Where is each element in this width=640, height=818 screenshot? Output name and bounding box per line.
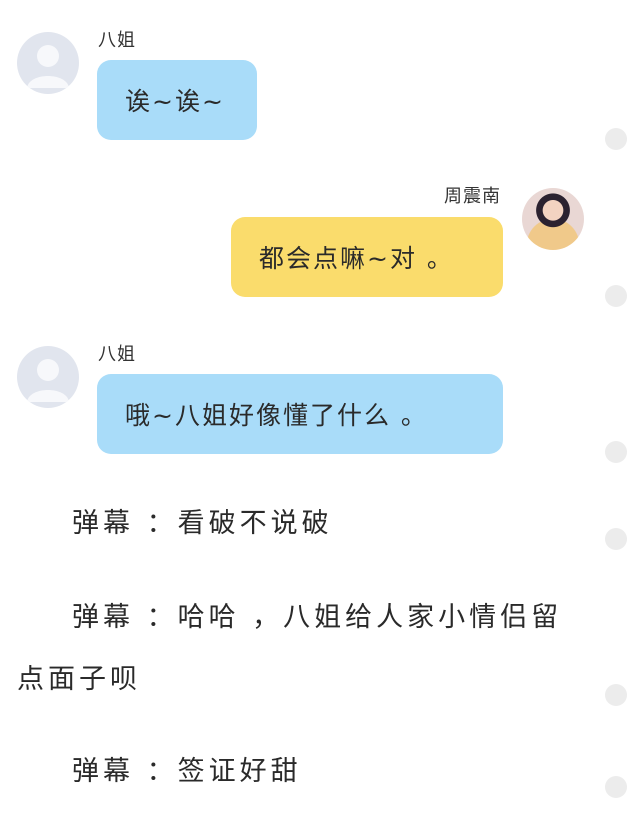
- danmaku-comment: 弹幕 ：看破不说破: [72, 508, 333, 539]
- avatar-default[interactable]: [17, 32, 79, 94]
- message-bubble[interactable]: 都会点嘛~对 。: [231, 217, 503, 297]
- danmaku-comment: 弹幕 ：签证好甜: [72, 756, 302, 787]
- message-bubble[interactable]: 哦~八姐好像懂了什么 。: [97, 374, 503, 454]
- scroll-dot: [605, 776, 627, 798]
- danmaku-comment: 弹幕 ：哈哈 ，八姐给人家小情侣留: [72, 602, 563, 633]
- user-silhouette-icon: [27, 45, 69, 88]
- scroll-dot: [605, 441, 627, 463]
- sender-name: 八姐: [98, 344, 136, 365]
- user-silhouette-icon: [27, 359, 69, 402]
- danmaku-comment-continued: 点面子呗: [17, 664, 141, 695]
- scroll-dot: [605, 684, 627, 706]
- scroll-dot: [605, 285, 627, 307]
- sender-name: 八姐: [98, 30, 136, 51]
- avatar-photo[interactable]: [522, 188, 584, 250]
- sender-name: 周震南: [444, 186, 501, 207]
- avatar-default[interactable]: [17, 346, 79, 408]
- message-bubble[interactable]: 诶~诶~: [97, 60, 257, 140]
- scroll-dot: [605, 528, 627, 550]
- scroll-dot: [605, 128, 627, 150]
